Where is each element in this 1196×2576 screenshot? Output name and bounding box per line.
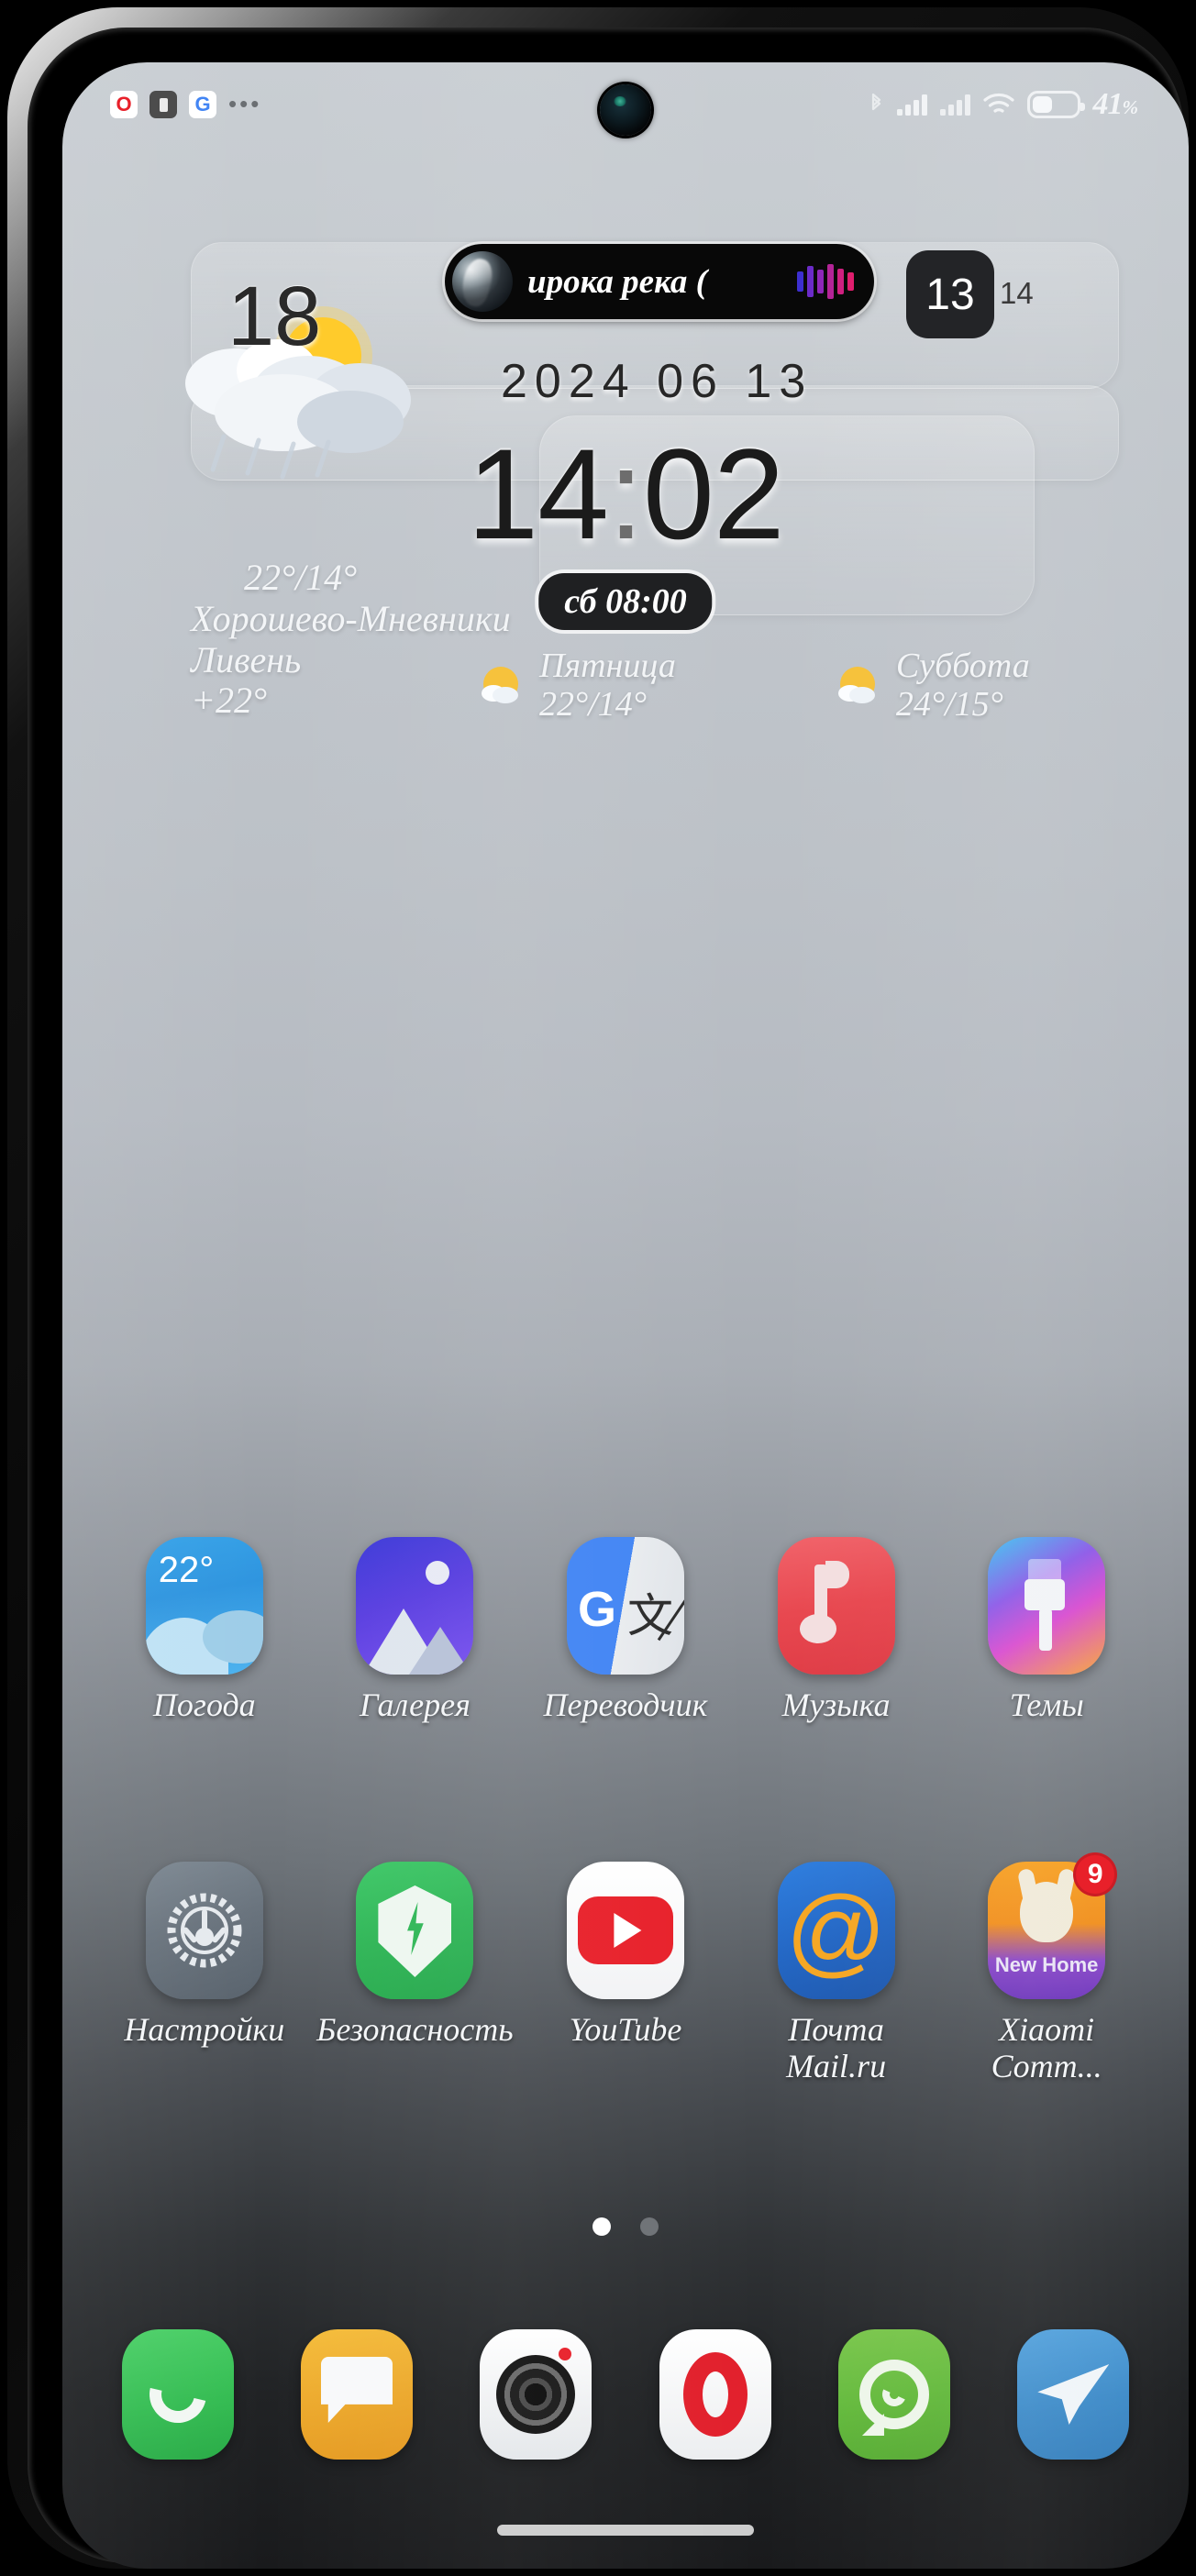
audio-equalizer-icon — [797, 263, 854, 300]
more-notifications-icon[interactable]: ••• — [228, 93, 261, 116]
app-settings[interactable]: Настройки — [121, 1862, 288, 2084]
opera-dock-icon[interactable] — [659, 2329, 771, 2460]
forecast-item: Пятница 22°/14° — [475, 647, 676, 724]
app-xiaomi-community[interactable]: 9 New Home Xiaomi Comm... — [963, 1852, 1130, 2084]
battery-percent: 41% — [1093, 87, 1138, 122]
phone-screen: O G ••• 41% 18 2024 06 13 13 14 ирока ре… — [62, 62, 1189, 2569]
forecast-item: Суббота 24°/15° — [832, 647, 1030, 724]
weather-app-icon[interactable]: 22° — [145, 1537, 263, 1675]
forecast-temps: 22°/14° — [539, 684, 647, 724]
app-themes[interactable]: Темы — [963, 1537, 1130, 1724]
weather-big-temperature: 18 — [227, 270, 322, 363]
alarm-badge[interactable]: сб 08:00 — [538, 573, 713, 630]
app-label: YouTube — [569, 2011, 682, 2048]
app-label: Темы — [1009, 1686, 1084, 1723]
calendar-next-day: 14 — [1000, 276, 1034, 310]
phone-frame: O G ••• 41% 18 2024 06 13 13 14 ирока ре… — [7, 7, 1189, 2569]
youtube-app-icon[interactable] — [566, 1862, 684, 1999]
album-art-thumbnail — [452, 251, 513, 312]
whatsapp-dock-icon[interactable] — [837, 2329, 950, 2460]
page-dot-inactive[interactable] — [640, 2217, 659, 2236]
battery-percent-value: 41 — [1092, 87, 1124, 121]
gallery-app-icon[interactable] — [356, 1537, 474, 1675]
dock — [62, 2329, 1189, 2460]
sun-cloud-icon — [475, 660, 526, 712]
app-music[interactable]: Музыка — [753, 1537, 920, 1724]
app-label: Переводчик — [543, 1686, 708, 1723]
signal-bars-icon-2 — [939, 94, 970, 116]
clock-hours: 14 — [467, 422, 609, 566]
forecast-temps: 24°/15° — [895, 684, 1003, 724]
app-label: Музыка — [781, 1686, 891, 1723]
phone-bezel: O G ••• 41% 18 2024 06 13 13 14 ирока ре… — [28, 28, 1189, 2569]
battery-icon — [1026, 91, 1085, 118]
app-youtube[interactable]: YouTube — [542, 1862, 709, 2084]
camera-dock-icon[interactable] — [480, 2329, 592, 2460]
music-player-pill[interactable]: ирока река ( — [445, 244, 874, 319]
weather-condition: Ливень — [191, 638, 302, 680]
app-label: Почта Mail.ru — [786, 2011, 887, 2084]
weather-location: Хорошево-Мневники — [191, 597, 511, 639]
music-app-icon[interactable] — [777, 1537, 895, 1675]
phone-dock-icon[interactable] — [121, 2329, 234, 2460]
app-mail[interactable]: @ Почта Mail.ru — [753, 1862, 920, 2084]
app-notification-icon[interactable] — [150, 91, 177, 118]
status-bar-left: O G ••• — [110, 91, 261, 118]
forecast-day: Суббота — [895, 647, 1030, 685]
app-label: Погода — [152, 1686, 256, 1723]
themes-app-icon[interactable] — [988, 1537, 1106, 1675]
app-grid-row-2: Настройки Безопасность YouTube @ Почта M… — [62, 1852, 1189, 2084]
security-app-icon[interactable] — [356, 1862, 474, 1999]
weather-details: 22°/14° Хорошево-Мневники Ливень +22° — [191, 557, 511, 722]
status-bar-right: 41% — [869, 87, 1138, 122]
settings-app-icon[interactable] — [145, 1862, 263, 1999]
app-weather[interactable]: 22° Погода — [121, 1537, 288, 1724]
opera-notification-icon[interactable]: O — [110, 91, 138, 118]
forecast-day: Пятница — [539, 647, 676, 685]
forecast-text: Суббота 24°/15° — [896, 647, 1030, 724]
page-dot-active[interactable] — [592, 2217, 611, 2236]
app-security[interactable]: Безопасность — [316, 1862, 514, 2084]
bluetooth-icon — [869, 93, 884, 116]
home-gesture-bar[interactable] — [497, 2525, 754, 2536]
messages-dock-icon[interactable] — [300, 2329, 413, 2460]
clock-time: 14:02 — [62, 420, 1189, 569]
telegram-dock-icon[interactable] — [1017, 2329, 1130, 2460]
front-camera-punch-hole — [600, 84, 651, 136]
signal-bars-icon — [896, 94, 927, 116]
notification-badge: 9 — [1073, 1852, 1118, 1896]
weather-forecast: Пятница 22°/14° Суббота 24°/15° — [475, 647, 1030, 724]
music-track-title: ирока река ( — [527, 262, 707, 301]
google-notification-icon[interactable]: G — [189, 91, 216, 118]
new-home-label: New Home — [994, 1953, 1099, 1976]
weather-current-temp: +22° — [191, 680, 267, 722]
wifi-icon — [982, 93, 1014, 116]
app-gallery[interactable]: Галерея — [331, 1537, 498, 1724]
page-indicator[interactable] — [62, 2217, 1189, 2236]
clock-separator: : — [608, 422, 644, 566]
app-label: Безопасность — [316, 2011, 514, 2048]
app-label: Xiaomi Comm... — [991, 2011, 1102, 2084]
weather-icon-temp: 22° — [158, 1550, 215, 1590]
app-label: Настройки — [124, 2011, 285, 2048]
calendar-today: 13 — [906, 250, 994, 338]
clock-minutes: 02 — [642, 422, 785, 566]
date-display: 2024 06 13 — [501, 355, 814, 408]
app-grid-row-1: 22° Погода Галерея G文 Переводчик Музыка … — [62, 1537, 1189, 1724]
calendar-widget[interactable]: 13 14 — [906, 250, 1034, 338]
app-label: Галерея — [359, 1686, 471, 1723]
forecast-text: Пятница 22°/14° — [539, 647, 676, 724]
sun-cloud-icon — [832, 660, 883, 712]
google-translate-app-icon[interactable]: G文 — [566, 1537, 684, 1675]
app-translate[interactable]: G文 Переводчик — [542, 1537, 709, 1724]
gear-icon — [163, 1889, 246, 1972]
mail-ru-app-icon[interactable]: @ — [777, 1862, 895, 1999]
battery-percent-unit: % — [1122, 96, 1138, 118]
